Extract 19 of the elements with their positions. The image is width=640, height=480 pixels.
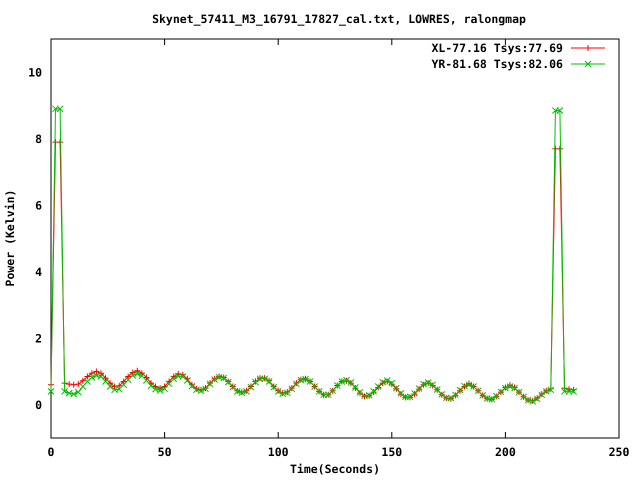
x-tick-label: 250 [608,445,630,459]
y-tick-label: 10 [28,65,42,80]
y-tick-label: 4 [35,264,42,279]
x-tick-label: 200 [495,445,516,459]
y-tick-label: 6 [35,198,42,212]
x-tick-label: 50 [158,445,172,459]
x-axis-label: Time(Seconds) [290,462,380,476]
y-axis-label: Power (Kelvin) [3,190,17,286]
legend-line-icon [570,44,606,52]
legend-label: YR-81.68 Tsys:82.06 [431,57,563,71]
y-tick-label: 8 [35,132,42,146]
y-tick-label: 2 [35,331,42,346]
y-tick-label: 0 [35,398,42,412]
x-tick-label: 150 [381,445,402,459]
legend-line-icon [570,60,606,68]
chart-title: Skynet_57411_M3_16791_17827_cal.txt, LOWRES, ralongmap [152,12,526,26]
x-tick-label: 0 [48,445,54,459]
x-tick-label: 100 [268,445,289,459]
legend-label: XL-77.16 Tsys:77.69 [431,41,563,55]
